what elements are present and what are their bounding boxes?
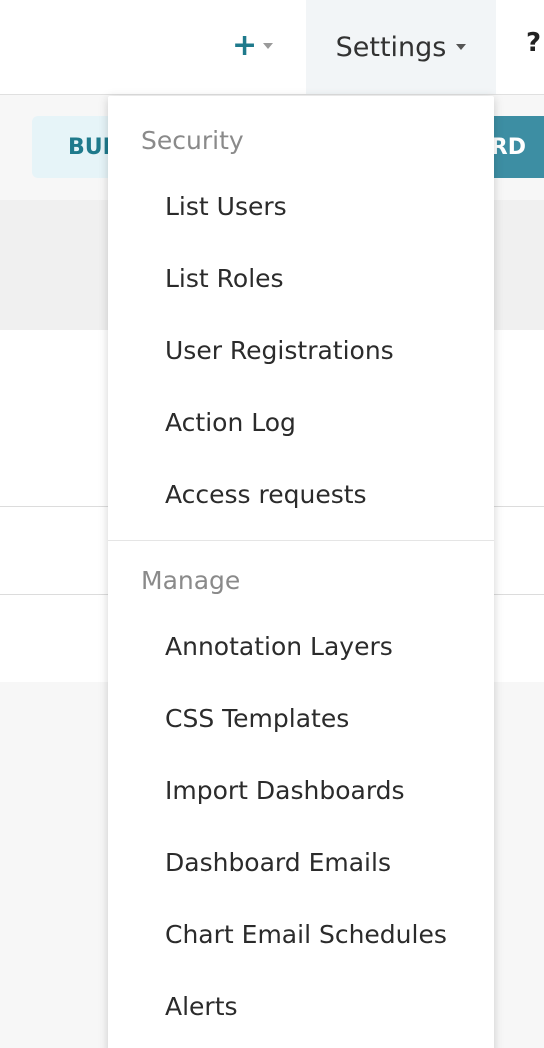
menu-item-user-registrations[interactable]: User Registrations: [165, 336, 394, 365]
section-header-manage: Manage: [141, 566, 241, 595]
menu-item-access-requests[interactable]: Access requests: [165, 480, 367, 509]
settings-menu-button[interactable]: Settings: [306, 0, 496, 94]
menu-item-list-roles[interactable]: List Roles: [165, 264, 284, 293]
page: BUL RD + Settings ? Security List Users …: [0, 0, 544, 1048]
help-icon[interactable]: ?: [526, 28, 541, 58]
menu-item-annotation-layers[interactable]: Annotation Layers: [165, 632, 393, 661]
plus-icon: +: [232, 28, 258, 63]
caret-down-icon: [456, 44, 467, 50]
settings-label: Settings: [335, 31, 447, 63]
menu-item-import-dashboards[interactable]: Import Dashboards: [165, 776, 405, 805]
menu-item-list-users[interactable]: List Users: [165, 192, 287, 221]
caret-down-icon: [263, 43, 274, 49]
menu-item-action-log[interactable]: Action Log: [165, 408, 296, 437]
new-menu-button[interactable]: +: [232, 28, 274, 64]
menu-item-css-templates[interactable]: CSS Templates: [165, 704, 349, 733]
section-header-security: Security: [141, 126, 244, 155]
settings-dropdown: Security List Users List Roles User Regi…: [108, 96, 494, 1048]
menu-item-dashboard-emails[interactable]: Dashboard Emails: [165, 848, 391, 877]
top-navbar: + Settings ?: [0, 0, 544, 95]
menu-item-alerts[interactable]: Alerts: [165, 992, 238, 1021]
menu-divider: [108, 540, 494, 541]
menu-item-chart-email-schedules[interactable]: Chart Email Schedules: [165, 920, 447, 949]
